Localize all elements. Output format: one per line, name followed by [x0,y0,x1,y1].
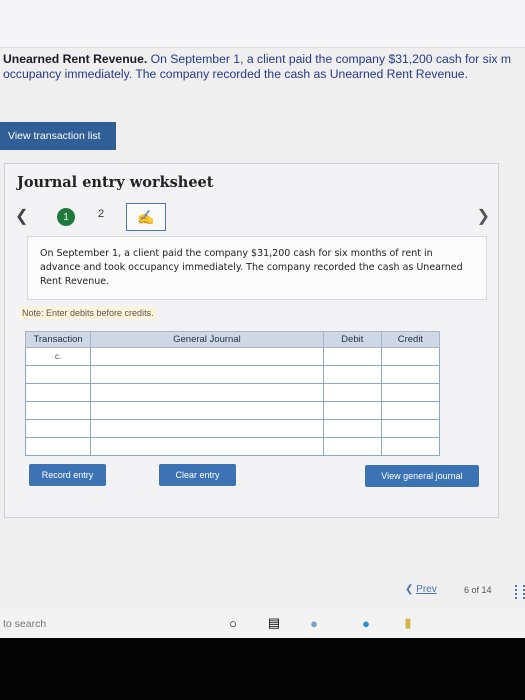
table-row [24,437,441,456]
intro-text-line2: occupancy immediately. The company recor… [3,67,468,81]
journal-table: Transaction General Journal Debit Credit… [24,331,441,456]
header-general-journal: General Journal [90,331,324,348]
credit-input[interactable] [380,437,441,456]
credit-input[interactable] [380,347,441,366]
table-row [24,383,441,402]
header-debit: Debit [322,331,382,348]
worksheet-nav: ❮ 1 2 ✍ ❯ [5,202,498,234]
chrome-icon[interactable]: ● [306,615,322,631]
view-transaction-list-button[interactable]: View transaction list [0,122,116,150]
edge-icon[interactable]: ● [358,615,374,631]
intro-text: On September 1, a client paid the compan… [147,52,512,66]
debit-input[interactable] [322,419,382,438]
credit-input[interactable] [380,401,441,420]
taskbar: to search ○ ▤ ● ● ▮ [0,608,525,638]
transaction-cell [24,419,92,438]
chevron-right-icon[interactable]: ❯ [477,206,490,226]
table-row: c. [24,347,441,366]
prev-label: Prev [416,584,437,595]
general-journal-input[interactable] [90,383,324,402]
journal-entry-worksheet: Journal entry worksheet ❮ 1 2 ✍ ❯ On Sep… [4,163,499,518]
transaction-cell: c. [24,347,92,366]
debit-input[interactable] [322,365,382,384]
transaction-cell [24,401,92,420]
hand-cursor-icon[interactable]: ✍ [126,203,166,231]
chevron-left-icon: ❮ [405,584,417,595]
table-row [24,401,441,420]
transaction-description: On September 1, a client paid the compan… [27,236,487,300]
file-explorer-icon[interactable]: ▮ [400,615,416,631]
transaction-cell [24,437,92,456]
clear-entry-button[interactable]: Clear entry [159,464,236,486]
debit-input[interactable] [322,437,382,456]
table-row [24,365,441,384]
header-credit: Credit [380,331,441,348]
page-indicator: 6 of 14 [464,585,492,595]
cortana-icon[interactable]: ○ [225,615,241,631]
prev-link[interactable]: ❮ Prev [405,584,437,595]
debit-input[interactable] [322,347,382,366]
header-transaction: Transaction [24,331,92,348]
credit-input[interactable] [380,419,441,438]
transaction-cell [24,365,92,384]
record-entry-button[interactable]: Record entry [29,464,106,486]
step-1-done[interactable]: 1 [57,208,75,226]
general-journal-input[interactable] [90,401,324,420]
transaction-cell [24,383,92,402]
general-journal-input[interactable] [90,347,324,366]
general-journal-input[interactable] [90,365,324,384]
worksheet-title: Journal entry worksheet [17,174,214,191]
top-strip [0,0,525,48]
intro-title: Unearned Rent Revenue. [3,52,148,66]
table-row [24,419,441,438]
taskbar-search[interactable]: to search [3,618,46,630]
step-2[interactable]: 2 [98,208,104,220]
general-journal-input[interactable] [90,419,324,438]
credit-input[interactable] [380,383,441,402]
problem-intro: Unearned Rent Revenue. On September 1, a… [3,52,525,82]
view-general-journal-button[interactable]: View general journal [365,465,479,487]
chevron-left-icon[interactable]: ❮ [15,206,28,226]
grid-icon[interactable] [515,585,525,599]
general-journal-input[interactable] [90,437,324,456]
task-view-icon[interactable]: ▤ [266,615,282,631]
debit-input[interactable] [322,383,382,402]
debit-input[interactable] [322,401,382,420]
entry-note: Note: Enter debits before credits. [20,307,156,319]
screen-bezel [0,638,525,700]
credit-input[interactable] [380,365,441,384]
